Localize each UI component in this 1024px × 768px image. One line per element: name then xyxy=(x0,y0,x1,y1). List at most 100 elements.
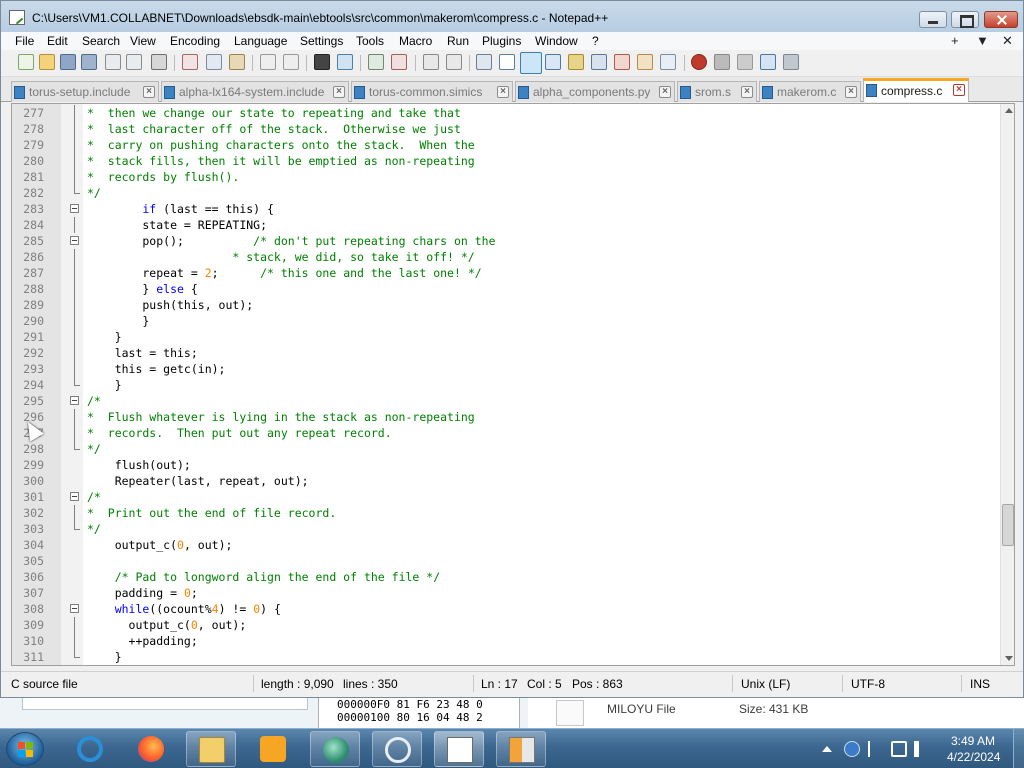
code-line[interactable]: 289 push(this, out); xyxy=(12,297,1000,313)
fold-toggle-icon[interactable] xyxy=(70,204,79,213)
show-all-chars-icon[interactable] xyxy=(499,54,515,70)
code-line[interactable]: 301 /* xyxy=(12,489,1000,505)
tab-list-dropdown-button[interactable]: ▼ xyxy=(976,33,989,48)
code-line[interactable]: 292 last = this; xyxy=(12,345,1000,361)
code-line[interactable]: 299 flush(out); xyxy=(12,457,1000,473)
show-hidden-icons-arrow[interactable] xyxy=(822,746,832,752)
minimize-button[interactable] xyxy=(919,11,947,28)
code-line[interactable]: 308 while((ocount%4) != 0) { xyxy=(12,601,1000,617)
run-macro-multiple-icon[interactable] xyxy=(760,54,776,70)
fold-toggle-icon[interactable] xyxy=(70,492,79,501)
sync-vertical-icon[interactable] xyxy=(423,54,439,70)
code-line[interactable]: 288 } else { xyxy=(12,281,1000,297)
tab-close-icon[interactable]: × xyxy=(953,84,965,96)
code-line[interactable]: 309 output_c(0, out); xyxy=(12,617,1000,633)
tab-srom[interactable]: srom.s × xyxy=(677,81,757,102)
status-encoding[interactable]: UTF-8 xyxy=(851,677,885,691)
tab-close-icon[interactable]: × xyxy=(741,86,753,98)
taskbar-notepad-plus-plus[interactable] xyxy=(434,731,484,767)
code-line[interactable]: 278 * last character off of the stack. Ot… xyxy=(12,121,1000,137)
code-line[interactable]: 305 xyxy=(12,553,1000,569)
tab-close-icon[interactable]: × xyxy=(497,86,509,98)
tab-close-icon[interactable]: × xyxy=(845,86,857,98)
sync-horizontal-icon[interactable] xyxy=(446,54,462,70)
code-line[interactable]: 277 * then we change our state to repeati… xyxy=(12,105,1000,121)
play-macro-icon[interactable] xyxy=(737,54,753,70)
code-line[interactable]: 298 */ xyxy=(12,441,1000,457)
code-line[interactable]: 310 ++padding; xyxy=(12,633,1000,649)
code-line[interactable]: 281 * records by flush(). xyxy=(12,169,1000,185)
menu-edit[interactable]: Edit xyxy=(47,34,68,48)
code-line[interactable]: 295 /* xyxy=(12,393,1000,409)
menu-macro[interactable]: Macro xyxy=(399,34,432,48)
tab-close-icon[interactable]: × xyxy=(333,86,345,98)
function-list-icon[interactable] xyxy=(591,54,607,70)
code-line[interactable]: 282 */ xyxy=(12,185,1000,201)
taskbar-internet-explorer[interactable] xyxy=(65,731,115,767)
save-macro-icon[interactable] xyxy=(783,54,799,70)
new-tab-plus-button[interactable]: + xyxy=(951,33,959,48)
tab-compress[interactable]: compress.c × xyxy=(863,78,969,102)
code-line[interactable]: 303 */ xyxy=(12,521,1000,537)
code-line[interactable]: 287 repeat = 2; /* this one and the last… xyxy=(12,265,1000,281)
menu-search[interactable]: Search xyxy=(82,34,120,48)
tab-close-icon[interactable]: × xyxy=(143,86,155,98)
close-icon[interactable] xyxy=(105,54,121,70)
code-line[interactable]: 280 * stack fills, then it will be emptie… xyxy=(12,153,1000,169)
code-line[interactable]: 279 * carry on pushing characters onto th… xyxy=(12,137,1000,153)
close-document-button[interactable]: ✕ xyxy=(1002,33,1013,49)
title-bar[interactable]: C:\Users\VM1.COLLABNET\Downloads\ebsdk-m… xyxy=(1,1,1023,32)
maximize-button[interactable] xyxy=(951,11,979,28)
taskbar-blue-app[interactable] xyxy=(372,731,422,767)
code-line[interactable]: 291 } xyxy=(12,329,1000,345)
code-line[interactable]: 306 /* Pad to longword align the end of … xyxy=(12,569,1000,585)
word-wrap-icon[interactable] xyxy=(476,54,492,70)
start-button[interactable] xyxy=(6,732,44,766)
clock-time[interactable]: 3:49 AM xyxy=(951,734,995,748)
code-line[interactable]: 311 } xyxy=(12,649,1000,665)
save-icon[interactable] xyxy=(60,54,76,70)
code-line[interactable]: 297 * records. Then put out any repeat re… xyxy=(12,425,1000,441)
undo-icon[interactable] xyxy=(260,54,276,70)
code-line[interactable]: 283 if (last == this) { xyxy=(12,201,1000,217)
close-window-button[interactable] xyxy=(984,11,1018,28)
menu-help[interactable]: ? xyxy=(592,34,599,48)
status-eol[interactable]: Unix (LF) xyxy=(741,677,790,691)
taskbar-green-app[interactable] xyxy=(310,731,360,767)
udl-icon[interactable] xyxy=(545,54,561,70)
zoom-out-icon[interactable] xyxy=(391,54,407,70)
menu-file[interactable]: File xyxy=(15,34,34,48)
show-desktop-button[interactable] xyxy=(1013,729,1024,768)
record-macro-icon[interactable] xyxy=(691,54,707,70)
code-line[interactable]: 293 this = getc(in); xyxy=(12,361,1000,377)
tab-close-icon[interactable]: × xyxy=(659,86,671,98)
code-line[interactable]: 284 state = REPEATING; xyxy=(12,217,1000,233)
tab-alpha-lx164-system[interactable]: alpha-lx164-system.include × xyxy=(161,81,349,102)
fold-toggle-icon[interactable] xyxy=(70,236,79,245)
fold-toggle-icon[interactable] xyxy=(70,604,79,613)
volume-icon[interactable] xyxy=(914,741,924,757)
menu-window[interactable]: Window xyxy=(535,34,578,48)
copy-icon[interactable] xyxy=(206,54,222,70)
taskbar-file-explorer[interactable] xyxy=(186,731,236,767)
menu-run[interactable]: Run xyxy=(447,34,469,48)
code-line[interactable]: 307 padding = 0; xyxy=(12,585,1000,601)
save-all-icon[interactable] xyxy=(81,54,97,70)
print-icon[interactable] xyxy=(151,54,167,70)
zoom-in-icon[interactable] xyxy=(368,54,384,70)
menu-settings[interactable]: Settings xyxy=(300,34,343,48)
scroll-up-arrow-icon[interactable] xyxy=(1005,108,1013,113)
tab-torus-common[interactable]: torus-common.simics × xyxy=(351,81,513,102)
code-line[interactable]: 300 Repeater(last, repeat, out); xyxy=(12,473,1000,489)
stop-macro-icon[interactable] xyxy=(714,54,730,70)
redo-icon[interactable] xyxy=(283,54,299,70)
clock-date[interactable]: 4/22/2024 xyxy=(947,750,1000,764)
taskbar-hxd[interactable] xyxy=(496,731,546,767)
code-editor[interactable]: 277 * then we change our state to repeati… xyxy=(11,103,1015,666)
close-all-icon[interactable] xyxy=(126,54,142,70)
code-area[interactable]: 277 * then we change our state to repeati… xyxy=(12,104,1000,665)
replace-icon[interactable] xyxy=(337,54,353,70)
new-file-icon[interactable] xyxy=(18,54,34,70)
open-file-icon[interactable] xyxy=(39,54,55,70)
tab-alpha-components[interactable]: alpha_components.py × xyxy=(515,81,675,102)
